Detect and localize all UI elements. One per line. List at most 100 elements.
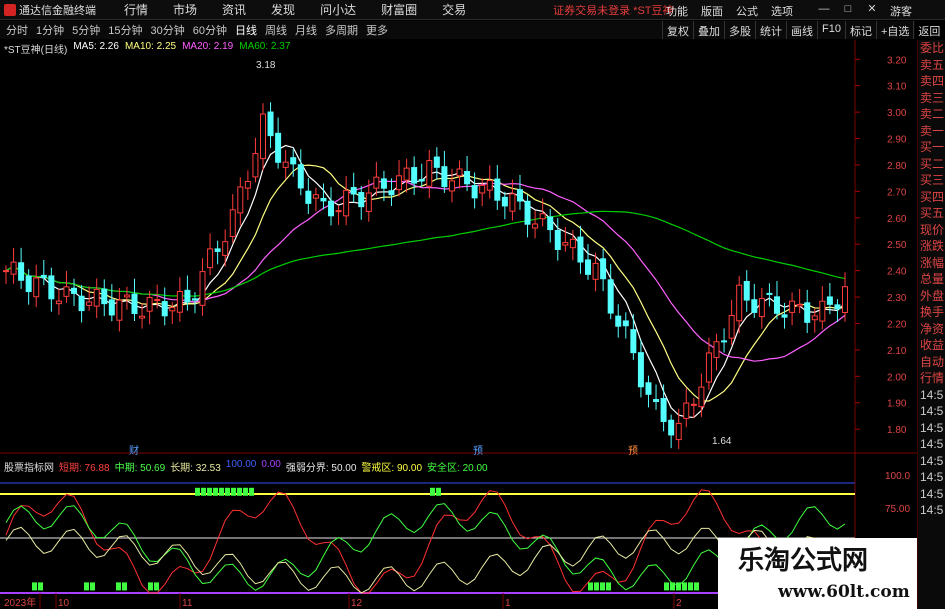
candle[interactable] [297, 149, 304, 196]
menu-formula[interactable]: 公式 [736, 3, 758, 19]
candle[interactable] [441, 150, 448, 193]
candle[interactable] [184, 275, 191, 311]
candle[interactable] [653, 384, 660, 410]
menu-options[interactable]: 选项 [771, 3, 793, 19]
period-weekly[interactable]: 周线 [265, 22, 287, 38]
candle[interactable] [350, 172, 357, 203]
candle[interactable] [373, 161, 380, 196]
menu-discover[interactable]: 发现 [271, 1, 295, 18]
candle[interactable] [713, 333, 720, 371]
candle[interactable] [244, 170, 251, 201]
menu-market[interactable]: 市场 [173, 1, 197, 18]
multi-stock-button[interactable]: 多股 [724, 21, 755, 39]
candle[interactable] [766, 283, 773, 307]
candle[interactable] [33, 264, 40, 308]
candle[interactable] [516, 174, 523, 210]
candle[interactable] [320, 183, 327, 210]
event-mark-1[interactable]: 财 [129, 444, 139, 457]
candle[interactable] [237, 177, 244, 226]
menu-news[interactable]: 资讯 [222, 1, 246, 18]
candle[interactable] [479, 178, 486, 207]
menu-function[interactable]: 功能 [666, 3, 688, 19]
candle[interactable] [358, 185, 365, 220]
candle[interactable] [426, 149, 433, 199]
candle[interactable] [312, 187, 319, 212]
close-icon[interactable]: ✕ [866, 2, 878, 16]
candle[interactable] [40, 259, 47, 286]
candle[interactable] [123, 286, 130, 310]
candle[interactable] [101, 279, 108, 317]
menu-trade[interactable]: 交易 [442, 1, 466, 18]
candle[interactable] [804, 289, 811, 334]
candle[interactable] [343, 176, 350, 226]
candle[interactable] [615, 304, 622, 338]
candle[interactable] [131, 278, 138, 321]
period-multi[interactable]: 多周期 [325, 22, 358, 38]
candle[interactable] [146, 290, 153, 325]
candle[interactable] [93, 278, 100, 319]
maximize-icon[interactable]: □ [842, 2, 854, 16]
candle[interactable] [388, 178, 395, 206]
candle[interactable] [758, 287, 765, 329]
period-more[interactable]: 更多 [366, 22, 388, 38]
candle[interactable] [335, 205, 342, 225]
menu-layout[interactable]: 版面 [701, 3, 723, 19]
period-5min[interactable]: 5分钟 [72, 22, 100, 38]
candle[interactable] [630, 314, 637, 360]
candle[interactable] [743, 270, 750, 312]
candle[interactable] [48, 267, 55, 312]
candle[interactable] [751, 283, 758, 319]
period-intraday[interactable]: 分时 [6, 22, 28, 38]
candle[interactable] [554, 218, 561, 261]
candle[interactable] [660, 384, 667, 432]
candle[interactable] [418, 163, 425, 187]
candle[interactable] [721, 328, 728, 353]
candle[interactable] [411, 156, 418, 195]
candle[interactable] [18, 247, 25, 289]
candle[interactable] [3, 265, 9, 284]
candle[interactable] [199, 258, 206, 316]
candle[interactable] [645, 375, 652, 408]
overlay-button[interactable]: 叠加 [693, 21, 724, 39]
candle[interactable] [161, 287, 168, 326]
indicator-name[interactable]: 股票指标网 [4, 459, 54, 474]
candle[interactable] [259, 103, 266, 171]
candle[interactable] [819, 286, 826, 330]
candle[interactable] [532, 210, 539, 239]
period-daily[interactable]: 日线 [235, 22, 257, 38]
adjust-button[interactable]: 复权 [662, 21, 693, 39]
candle[interactable] [600, 248, 607, 292]
quotes-button[interactable]: 行情 [918, 370, 945, 387]
candle[interactable] [252, 137, 259, 183]
candle[interactable] [229, 194, 236, 243]
minimize-icon[interactable]: — [818, 2, 830, 16]
event-mark-3[interactable]: 预 [628, 445, 638, 457]
candle[interactable] [698, 373, 705, 417]
auto-button[interactable]: 自动 [918, 354, 945, 371]
candle[interactable] [191, 292, 198, 314]
candle[interactable] [55, 288, 62, 315]
candle[interactable] [176, 277, 183, 322]
menu-wealth[interactable]: 财富圈 [381, 1, 417, 18]
menu-ask[interactable]: 问小达 [320, 1, 356, 18]
candle[interactable] [328, 187, 335, 226]
candle[interactable] [71, 278, 78, 306]
candle[interactable] [214, 240, 221, 265]
candle[interactable] [78, 285, 85, 323]
period-monthly[interactable]: 月线 [295, 22, 317, 38]
candle[interactable] [796, 288, 803, 314]
period-1min[interactable]: 1分钟 [36, 22, 64, 38]
login-notice[interactable]: 证券交易未登录 *ST豆神 [553, 2, 673, 18]
candle[interactable] [524, 194, 531, 238]
candle[interactable] [509, 179, 516, 221]
candle[interactable] [842, 272, 848, 322]
period-60min[interactable]: 60分钟 [193, 22, 227, 38]
candle[interactable] [494, 165, 501, 210]
candle[interactable] [433, 147, 440, 180]
candle[interactable] [585, 244, 592, 280]
candle[interactable] [683, 388, 690, 428]
candle[interactable] [501, 191, 508, 220]
candle[interactable] [448, 168, 455, 203]
candle[interactable] [668, 414, 675, 449]
candle[interactable] [396, 160, 403, 197]
